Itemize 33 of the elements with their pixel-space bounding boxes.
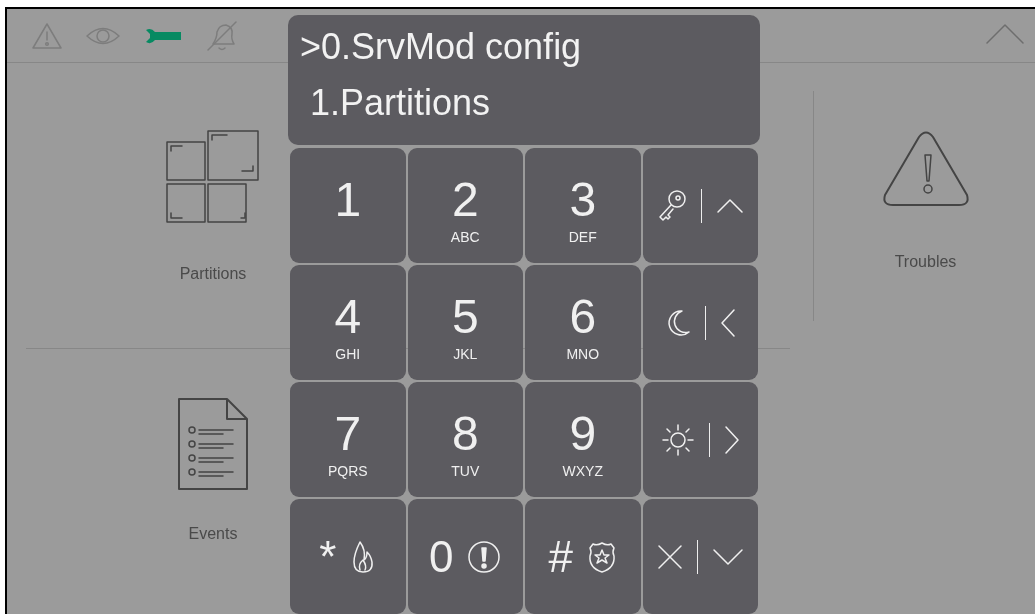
display-line: 1.Partitions xyxy=(309,81,492,125)
keypad-key[interactable]: 3 DEF xyxy=(525,148,641,263)
chevron-up-icon xyxy=(715,197,744,214)
chevron-down-icon xyxy=(711,547,744,566)
tile-label[interactable]: Events xyxy=(188,525,238,543)
keypad-key[interactable]: 2 ABC xyxy=(407,148,523,263)
keypad-key[interactable]: 7 PQRS xyxy=(290,382,406,497)
keypad-key[interactable]: 6 MNO xyxy=(525,265,641,380)
keypad-key[interactable] xyxy=(642,148,758,263)
sun-icon xyxy=(660,422,695,457)
keypad-key[interactable] xyxy=(642,265,758,380)
keypad-key[interactable]: 9 WXYZ xyxy=(525,382,641,497)
badge-icon xyxy=(587,539,617,574)
key-icon xyxy=(656,188,687,223)
keypad-key[interactable]: # xyxy=(525,499,641,614)
keypad-key[interactable]: 1 xyxy=(290,148,406,263)
keypad-key[interactable] xyxy=(642,499,758,614)
keypad-key[interactable]: 4 GHI xyxy=(290,265,406,380)
chevron-up-icon[interactable] xyxy=(985,23,1025,45)
keypad-key[interactable] xyxy=(642,382,758,497)
chevron-left-icon xyxy=(719,307,736,338)
keypad-key[interactable]: * xyxy=(290,499,406,614)
alert-circle-icon xyxy=(467,539,502,574)
tile-label[interactable]: Partitions xyxy=(179,265,247,283)
events-icon xyxy=(177,397,249,491)
close-icon xyxy=(656,543,683,570)
chevron-right-icon xyxy=(723,424,740,455)
display-line: >0.SrvMod config xyxy=(300,25,583,69)
tile-label[interactable]: Troubles xyxy=(894,253,957,271)
keypad-key[interactable]: 5 JKL xyxy=(407,265,523,380)
partitions-icon xyxy=(165,129,261,223)
keypad-key[interactable]: 0 xyxy=(407,499,523,614)
keypad-key[interactable]: 8 TUV xyxy=(407,382,523,497)
